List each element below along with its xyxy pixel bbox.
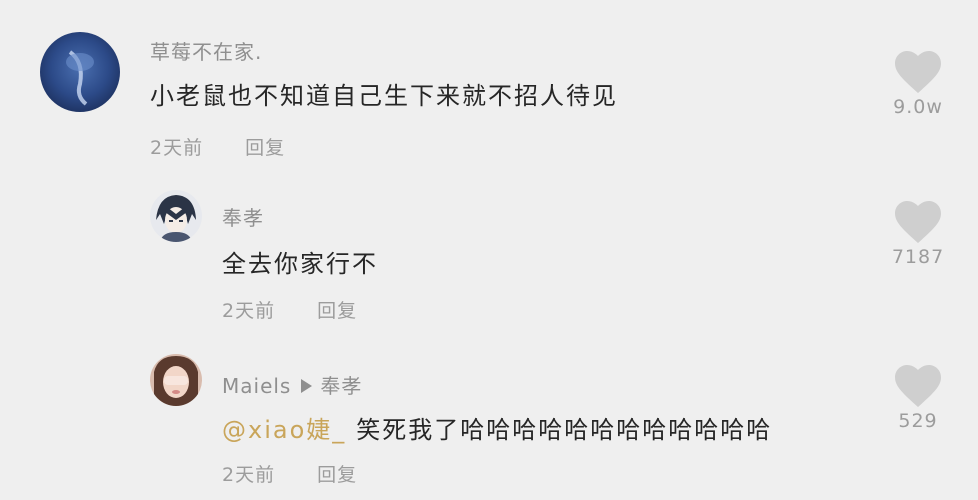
comment-text: 全去你家行不 bbox=[222, 250, 378, 278]
like-count: 9.0w bbox=[893, 96, 943, 118]
mention-link[interactable]: @xiao婕_ bbox=[222, 416, 346, 444]
heart-icon bbox=[895, 51, 941, 93]
reply-author[interactable]: Maiels bbox=[222, 374, 291, 398]
like-button[interactable]: 7187 bbox=[888, 200, 948, 268]
reply-button[interactable]: 回复 bbox=[317, 300, 357, 322]
reply-item: 奉孝 全去你家行不 2天前 回复 7187 bbox=[0, 180, 978, 340]
comment-time: 2天前 bbox=[222, 300, 276, 322]
comment-username: Maiels 奉孝 bbox=[222, 370, 362, 399]
comment-time: 2天前 bbox=[150, 137, 204, 159]
heart-icon bbox=[895, 201, 941, 243]
reply-arrow-icon bbox=[301, 378, 313, 393]
avatar[interactable] bbox=[150, 354, 202, 406]
reply-target[interactable]: 奉孝 bbox=[320, 374, 362, 398]
reply-button[interactable]: 回复 bbox=[245, 137, 285, 159]
avatar[interactable] bbox=[40, 32, 120, 112]
avatar[interactable] bbox=[150, 190, 202, 242]
like-count: 529 bbox=[898, 410, 938, 432]
comment-meta: 2天前 回复 bbox=[222, 296, 357, 323]
comment-item: 草莓不在家. 小老鼠也不知道自己生下来就不招人待见 2天前 回复 9.0w bbox=[0, 0, 978, 180]
heart-icon bbox=[895, 365, 941, 407]
comment-text: @xiao婕_ 笑死我了哈哈哈哈哈哈哈哈哈哈哈哈 bbox=[222, 410, 772, 445]
anime-boy-avatar-icon bbox=[150, 190, 202, 242]
like-count: 7187 bbox=[891, 246, 945, 268]
comment-meta: 2天前 回复 bbox=[222, 460, 357, 487]
comment-username[interactable]: 奉孝 bbox=[222, 202, 264, 231]
reply-item: Maiels 奉孝 @xiao婕_ 笑死我了哈哈哈哈哈哈哈哈哈哈哈哈 2天前 回复 5… bbox=[0, 340, 978, 500]
comment-body: 笑死我了哈哈哈哈哈哈哈哈哈哈哈哈 bbox=[356, 416, 773, 444]
like-button[interactable]: 529 bbox=[888, 364, 948, 432]
reply-button[interactable]: 回复 bbox=[317, 464, 357, 486]
comment-meta: 2天前 回复 bbox=[150, 133, 285, 160]
girl-photo-avatar-icon bbox=[150, 354, 202, 406]
blue-abstract-avatar-icon bbox=[40, 32, 120, 112]
comment-time: 2天前 bbox=[222, 464, 276, 486]
comment-username[interactable]: 草莓不在家. bbox=[150, 36, 262, 65]
comment-text: 小老鼠也不知道自己生下来就不招人待见 bbox=[150, 82, 618, 110]
like-button[interactable]: 9.0w bbox=[888, 50, 948, 118]
